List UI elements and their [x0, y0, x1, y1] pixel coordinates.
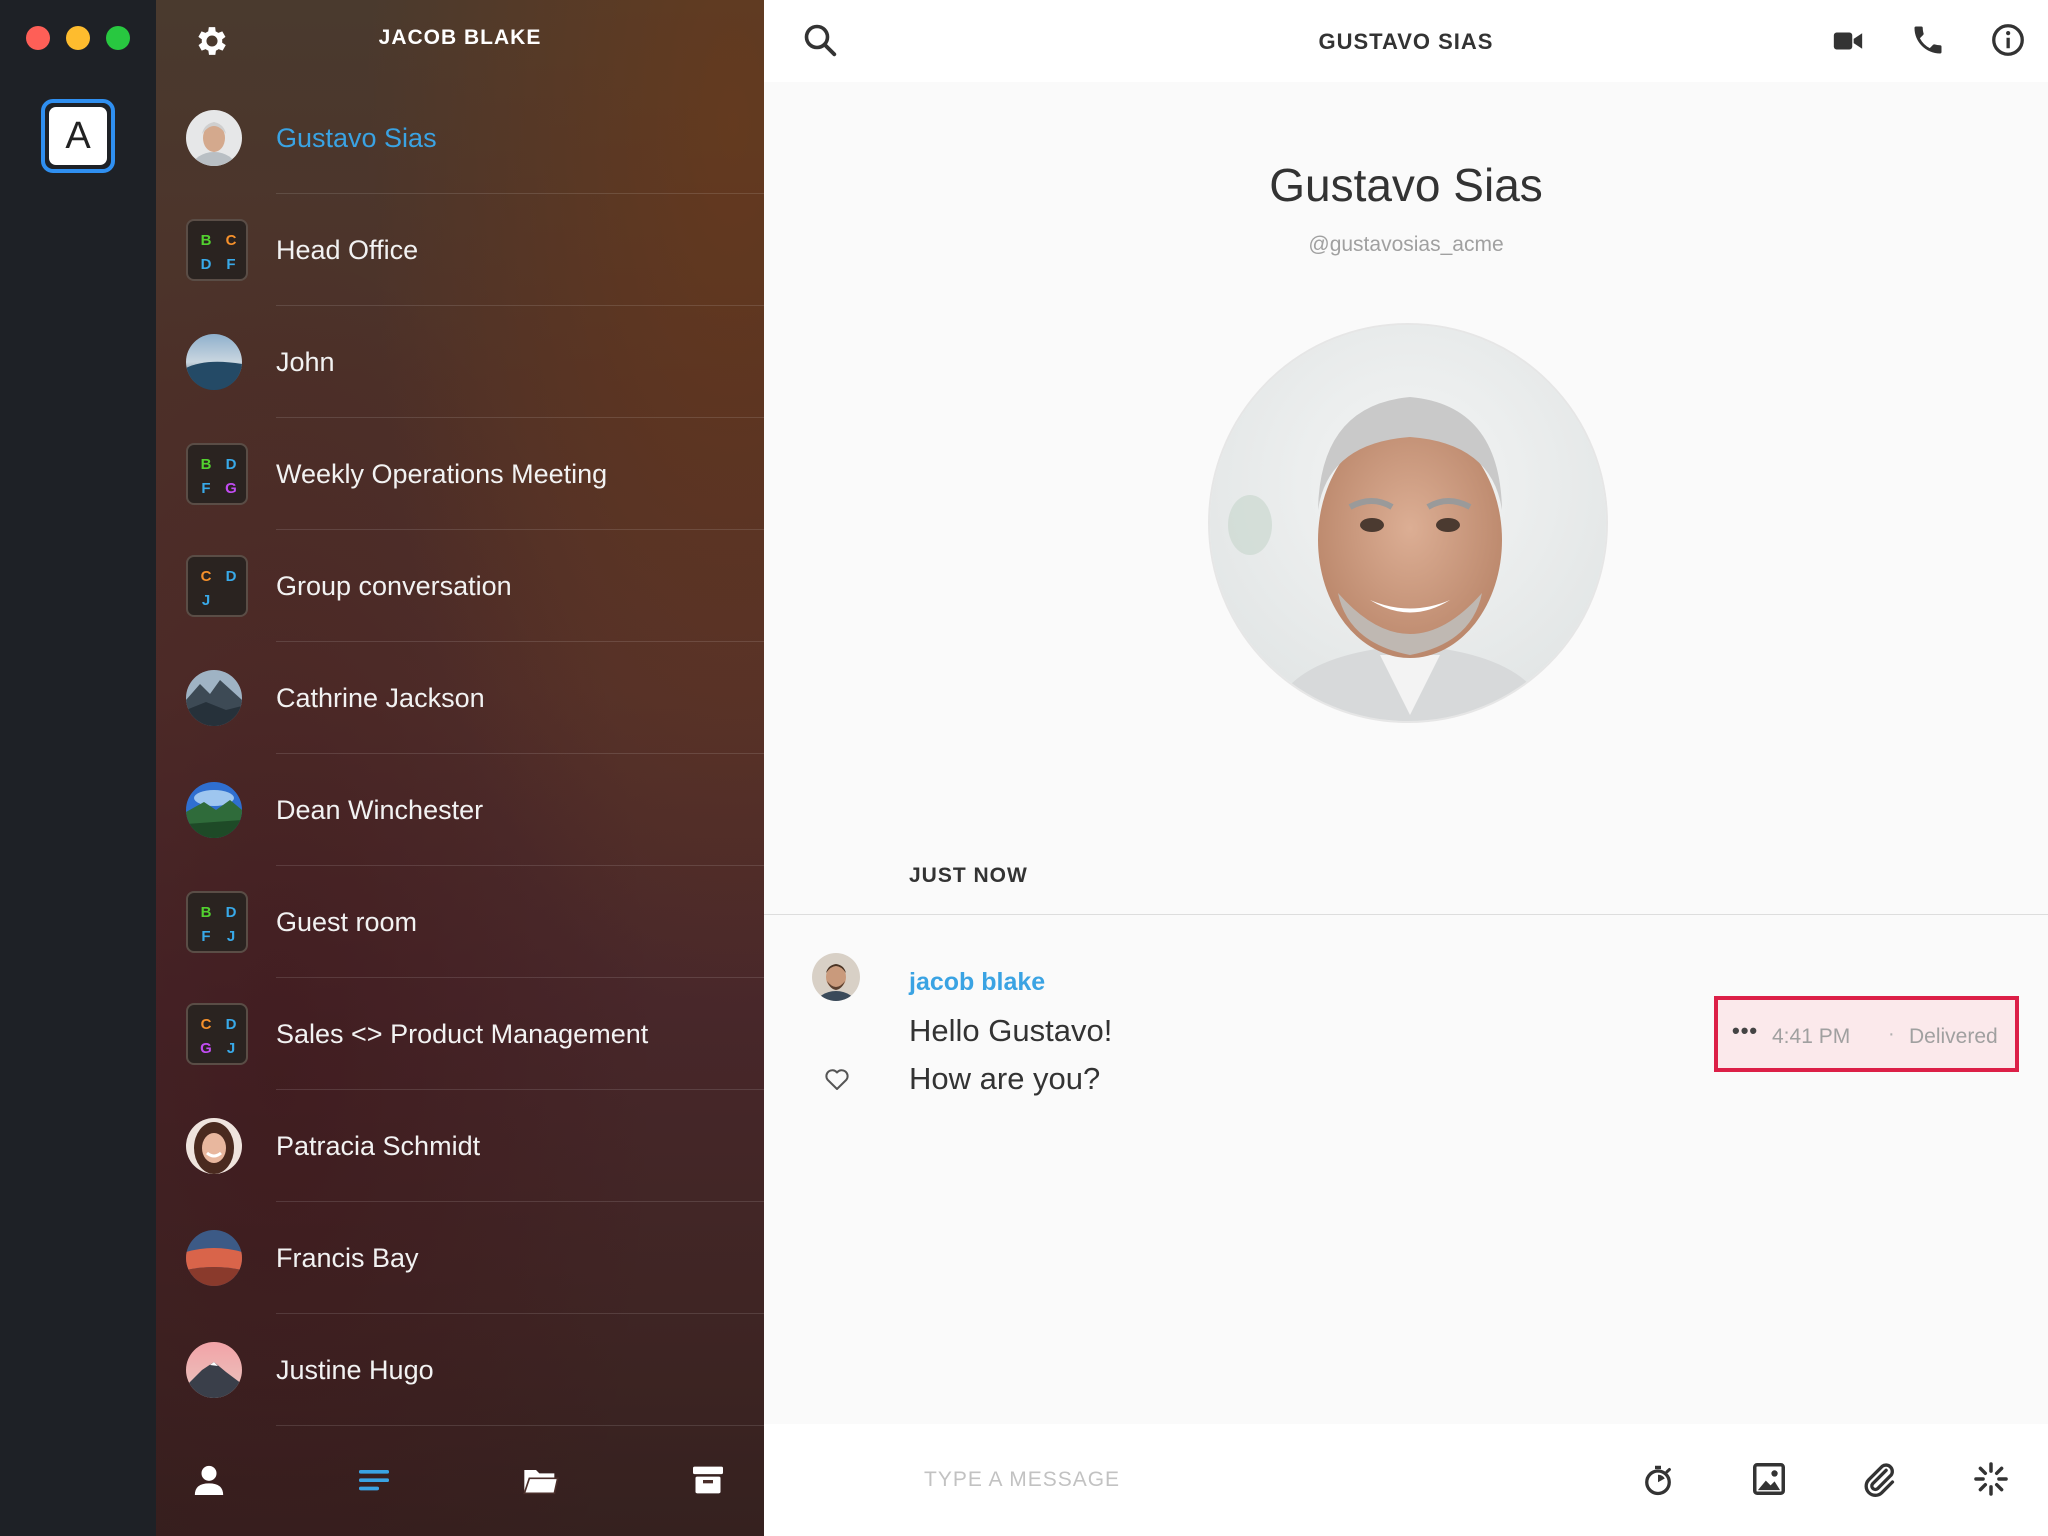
group-initial: D: [225, 1016, 237, 1033]
profile-handle: @gustavosias_acme: [1308, 233, 1504, 256]
conversations-icon[interactable]: [354, 1460, 394, 1500]
avatar: [186, 782, 242, 838]
image-icon[interactable]: [1750, 1460, 1788, 1498]
avatar: [186, 1230, 242, 1286]
sidebar-header: JACOB BLAKE: [156, 0, 764, 82]
conversation-item-cathrine-jackson[interactable]: Cathrine Jackson: [156, 642, 764, 754]
conversation-list: Gustavo Sias B C D F Head Office John B …: [156, 82, 764, 1426]
conversation-label: Group conversation: [276, 571, 512, 601]
time-divider: [764, 914, 2048, 915]
group-initial: D: [225, 568, 237, 585]
contacts-icon[interactable]: [189, 1460, 229, 1500]
message-composer: [764, 1424, 2048, 1536]
like-heart-icon[interactable]: [822, 1064, 852, 1094]
conversation-sidebar: JACOB BLAKE Gustavo Sias B C D F Head Of…: [156, 0, 764, 1536]
team-rail: A: [0, 0, 156, 1536]
conversation-label: Sales <> Product Management: [276, 1019, 649, 1049]
conversation-label: Gustavo Sias: [276, 123, 437, 153]
conversation-item-gustavo-sias[interactable]: Gustavo Sias: [156, 82, 764, 194]
group-initial: F: [201, 480, 211, 497]
group-initial: F: [201, 928, 211, 945]
avatar: [186, 670, 242, 726]
ping-icon[interactable]: [1972, 1460, 2010, 1498]
conversation-item-francis-bay[interactable]: Francis Bay: [156, 1202, 764, 1314]
group-initial: D: [225, 456, 237, 473]
conversation-view: GUSTAVO SIAS Gustavo Sias @gustavosias_a…: [764, 0, 2048, 1536]
group-avatar: C D G J: [186, 1003, 248, 1065]
conversation-label: Guest room: [276, 907, 418, 937]
time-divider-label: JUST NOW: [909, 864, 1028, 887]
conversation-item-guest-room[interactable]: B D F J Guest room: [156, 866, 764, 978]
message-input[interactable]: [924, 1460, 1624, 1500]
conversation-item-john[interactable]: John: [156, 306, 764, 418]
group-initial: J: [201, 592, 211, 609]
timer-icon[interactable]: [1640, 1462, 1676, 1498]
group-initial: D: [200, 256, 212, 273]
window-minimize-button[interactable]: [66, 26, 90, 50]
team-switch-button[interactable]: A: [41, 99, 115, 173]
conversation-label: Head Office: [276, 235, 419, 265]
conversation-item-patracia-schmidt[interactable]: Patracia Schmidt: [156, 1090, 764, 1202]
archive-icon[interactable]: [688, 1460, 728, 1500]
group-initial: D: [225, 904, 237, 921]
sidebar-footer: [156, 1424, 764, 1536]
group-initial: B: [200, 456, 212, 473]
group-avatar: B D F J: [186, 891, 248, 953]
conversation-label: John: [276, 347, 335, 377]
attachment-icon[interactable]: [1860, 1460, 1898, 1498]
conversation-header: GUSTAVO SIAS: [764, 0, 2048, 82]
conversation-item-dean-winchester[interactable]: Dean Winchester: [156, 754, 764, 866]
message-timestamp: 4:41 PM: [1772, 1025, 1851, 1048]
avatar: [186, 1342, 242, 1398]
profile-name: Gustavo Sias: [1269, 159, 1543, 211]
group-avatar: B D F G: [186, 443, 248, 505]
meta-separator: ·: [1888, 1023, 1895, 1045]
conversation-label: Patracia Schmidt: [276, 1131, 481, 1161]
group-initial: C: [200, 568, 212, 585]
conversation-item-head-office[interactable]: B C D F Head Office: [156, 194, 764, 306]
conversation-label: Dean Winchester: [276, 795, 484, 825]
group-initial: J: [226, 1040, 236, 1057]
group-initial: F: [226, 256, 236, 273]
message-status: Delivered: [1909, 1025, 1998, 1048]
group-initial: B: [200, 904, 212, 921]
team-badge-letter: A: [49, 107, 107, 165]
message-author[interactable]: jacob blake: [909, 968, 1045, 997]
group-initial: G: [225, 480, 237, 497]
conversation-label: Weekly Operations Meeting: [276, 459, 608, 489]
conversation-item-group-conversation[interactable]: C D J Group conversation: [156, 530, 764, 642]
conversation-item-sales-product-management[interactable]: C D G J Sales <> Product Management: [156, 978, 764, 1090]
conversation-label: Justine Hugo: [276, 1355, 434, 1385]
group-initial: C: [225, 232, 237, 249]
files-icon[interactable]: [521, 1460, 561, 1500]
avatar: [186, 334, 242, 390]
profile-photo[interactable]: [1208, 323, 1608, 723]
message-text: Hello Gustavo!: [909, 1013, 1113, 1048]
conversation-label: Cathrine Jackson: [276, 683, 485, 713]
phone-call-icon[interactable]: [1910, 22, 1946, 58]
message-options-button[interactable]: •••: [1732, 1018, 1758, 1044]
conversation-item-justine-hugo[interactable]: Justine Hugo: [156, 1314, 764, 1426]
avatar[interactable]: [812, 953, 860, 1001]
conversation-item-weekly-operations-meeting[interactable]: B D F G Weekly Operations Meeting: [156, 418, 764, 530]
avatar: [186, 1118, 242, 1174]
account-name: JACOB BLAKE: [378, 26, 542, 49]
window-zoom-button[interactable]: [106, 26, 130, 50]
group-initial: G: [200, 1040, 212, 1057]
message-text: How are you?: [909, 1061, 1101, 1096]
info-icon[interactable]: [1990, 22, 2026, 58]
avatar: [186, 110, 242, 166]
group-initial: C: [200, 1016, 212, 1033]
conversation-label: Francis Bay: [276, 1243, 419, 1273]
group-initial: B: [200, 232, 212, 249]
group-avatar: C D J: [186, 555, 248, 617]
window-close-button[interactable]: [26, 26, 50, 50]
group-initial: J: [226, 928, 236, 945]
video-call-icon[interactable]: [1830, 24, 1866, 58]
message-meta: ••• 4:41 PM · Delivered: [1714, 996, 2019, 1072]
group-avatar: B C D F: [186, 219, 248, 281]
